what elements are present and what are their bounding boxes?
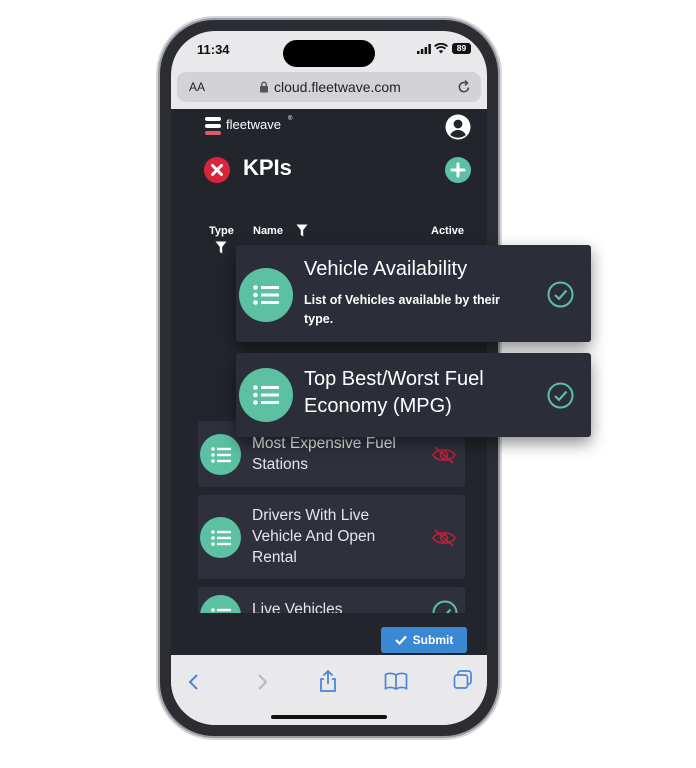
home-indicator: [271, 715, 387, 719]
column-header-type[interactable]: Type: [209, 225, 234, 237]
url-text[interactable]: cloud.fleetwave.com: [274, 79, 401, 95]
kpi-title: Top Best/Worst Fuel Economy (MPG): [304, 368, 484, 417]
forward-icon[interactable]: [255, 673, 269, 691]
brand-name: fleetwave: [226, 117, 281, 132]
list-icon: [200, 517, 241, 558]
list-icon: [200, 595, 241, 613]
column-header-active[interactable]: Active: [431, 225, 464, 237]
page-title: KPIs: [243, 155, 292, 180]
dynamic-island: [283, 40, 375, 67]
list-clip: Live Vehicles: [198, 587, 465, 613]
wifi-icon: [434, 43, 448, 54]
kpi-popout-card[interactable]: Vehicle Availability List of Vehicles av…: [236, 245, 591, 342]
registered-mark: ®: [288, 116, 293, 122]
lock-icon: [260, 81, 268, 93]
submit-label: Submit: [412, 633, 454, 647]
kpi-popout-card[interactable]: Top Best/Worst Fuel Economy (MPG): [236, 353, 591, 437]
status-bar: 11:34 89: [171, 31, 487, 69]
battery-indicator: 89: [452, 43, 471, 54]
eye-slash-icon[interactable]: [432, 529, 456, 547]
bookmarks-icon[interactable]: [384, 672, 408, 690]
submit-button[interactable]: Submit: [381, 627, 467, 653]
list-icon: [239, 268, 293, 322]
type-filter-icon[interactable]: [215, 241, 227, 254]
add-kpi-button[interactable]: [445, 157, 471, 183]
back-icon[interactable]: [187, 673, 201, 691]
kpi-title: Vehicle Availability: [304, 258, 468, 280]
check-icon: [394, 635, 407, 645]
list-icon: [200, 434, 241, 475]
status-time: 11:34: [197, 42, 230, 57]
text-size-button[interactable]: AA: [189, 80, 205, 94]
check-circle-icon[interactable]: [547, 281, 574, 308]
name-filter-icon[interactable]: [296, 224, 308, 237]
brand-logo: [205, 117, 221, 135]
check-circle-icon[interactable]: [547, 382, 574, 409]
list-icon: [239, 368, 293, 422]
kpi-list-item[interactable]: Drivers With Live Vehicle And Open Renta…: [198, 495, 465, 579]
column-header-name[interactable]: Name: [253, 225, 283, 237]
reload-icon[interactable]: [457, 79, 471, 94]
share-icon[interactable]: [318, 669, 338, 693]
browser-toolbar: [171, 655, 487, 725]
tabs-icon[interactable]: [453, 670, 473, 690]
close-button[interactable]: [204, 157, 230, 183]
kpi-list-item[interactable]: Live Vehicles: [198, 587, 465, 613]
cellular-signal-icon: [417, 44, 431, 54]
kpi-title: Live Vehicles: [252, 601, 343, 613]
plus-icon: [450, 162, 466, 178]
check-circle-icon[interactable]: [432, 600, 458, 613]
close-icon: [211, 164, 223, 176]
kpi-title: Drivers With Live Vehicle And Open Renta…: [252, 507, 376, 566]
eye-slash-icon[interactable]: [432, 446, 456, 464]
kpi-title: Most Expensive Fuel Stations: [252, 435, 396, 473]
battery-level: 89: [456, 43, 467, 53]
address-bar[interactable]: AA cloud.fleetwave.com: [177, 72, 481, 102]
user-avatar-icon[interactable]: [445, 114, 471, 140]
kpi-description: List of Vehicles available by their type…: [304, 293, 500, 326]
